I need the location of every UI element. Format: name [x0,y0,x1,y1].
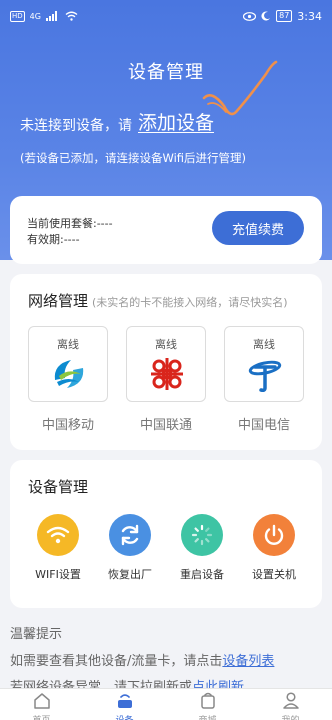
tips-text: 如需要查看其他设备/流量卡，请点击 [10,654,223,669]
device-card: 设备管理 WIFI设置 恢复出厂 重启设备 设置关机 [10,460,322,608]
device-list-link[interactable]: 设备列表 [222,654,274,669]
status-bar: HD 4G 87 3:34 [10,8,322,24]
network-title: 网络管理 [28,292,89,310]
connection-note: (若设备已添加，请连接设备Wifi后进行管理) [20,151,247,165]
carrier-status: 离线 [155,338,177,351]
moon-icon [261,11,271,21]
network-section-title: 网络管理 (未实名的卡不能接入网络，请尽快实名) [28,290,288,311]
carrier-china-telecom[interactable]: 离线 中国电信 [224,326,304,433]
tab-label: 首页 [12,713,72,720]
add-device-link[interactable]: 添加设备 [138,108,214,135]
device-section-title: 设备管理 [28,478,89,496]
tab-device[interactable]: 设备 [95,689,155,720]
wifi-settings-button[interactable]: WIFI设置 [28,514,88,582]
tab-label: 商城 [178,713,238,720]
restart-device-button[interactable]: 重启设备 [172,514,232,582]
tab-home[interactable]: 首页 [12,689,72,720]
network-type: 4G [29,11,41,21]
tab-label: 我的 [261,713,321,720]
wifi-icon [37,514,79,556]
plan-card: 当前使用套餐:---- 有效期:---- 充值续费 [10,196,322,264]
signal-icon [45,11,57,21]
carrier-china-unicom[interactable]: 离线 中国联通 [126,326,206,433]
not-connected-text: 未连接到设备，请 [20,118,132,134]
recharge-button[interactable]: 充值续费 [212,211,304,245]
bottom-tab-bar: 首页 设备 商城 我的 [0,688,332,720]
carrier-name: 中国电信 [237,418,290,433]
device-icon [117,694,132,708]
clock: 3:34 [297,9,322,23]
restart-icon [181,514,223,556]
func-label: 设置关机 [252,568,296,581]
battery-indicator: 87 [276,10,293,22]
carrier-china-mobile[interactable]: 离线 中国移动 [28,326,108,433]
user-icon [282,692,299,709]
refresh-icon [109,514,151,556]
connection-status: 未连接到设备，请 添加设备 [20,108,214,135]
shop-icon [200,692,215,709]
tips-line-1: 如需要查看其他设备/流量卡，请点击设备列表 [10,650,274,669]
factory-reset-button[interactable]: 恢复出厂 [100,514,160,582]
hd-badge: HD [10,10,25,22]
network-subtitle: (未实名的卡不能接入网络，请尽快实名) [92,296,288,309]
china-telecom-logo [248,360,282,392]
wifi-status-icon [65,11,78,21]
tips-title: 温馨提示 [10,627,63,642]
tab-mine[interactable]: 我的 [261,689,321,720]
carrier-status: 离线 [57,338,79,351]
tab-shop[interactable]: 商城 [178,689,238,720]
tab-label: 设备 [95,713,155,720]
schedule-shutdown-button[interactable]: 设置关机 [244,514,304,582]
current-plan: 当前使用套餐:---- [27,217,113,230]
power-icon [253,514,295,556]
network-card: 网络管理 (未实名的卡不能接入网络，请尽快实名) 离线 中国移动 离线 中国联通… [10,274,322,450]
home-icon [33,693,50,709]
china-unicom-logo [151,358,183,390]
func-label: 恢复出厂 [108,568,152,581]
china-mobile-logo [54,360,84,388]
eye-icon [243,11,257,21]
carrier-name: 中国联通 [139,418,192,433]
valid-until: 有效期:---- [27,233,80,246]
carrier-name: 中国移动 [41,418,94,433]
func-label: 重启设备 [180,568,224,581]
func-label: WIFI设置 [35,568,81,581]
carrier-status: 离线 [253,338,275,351]
